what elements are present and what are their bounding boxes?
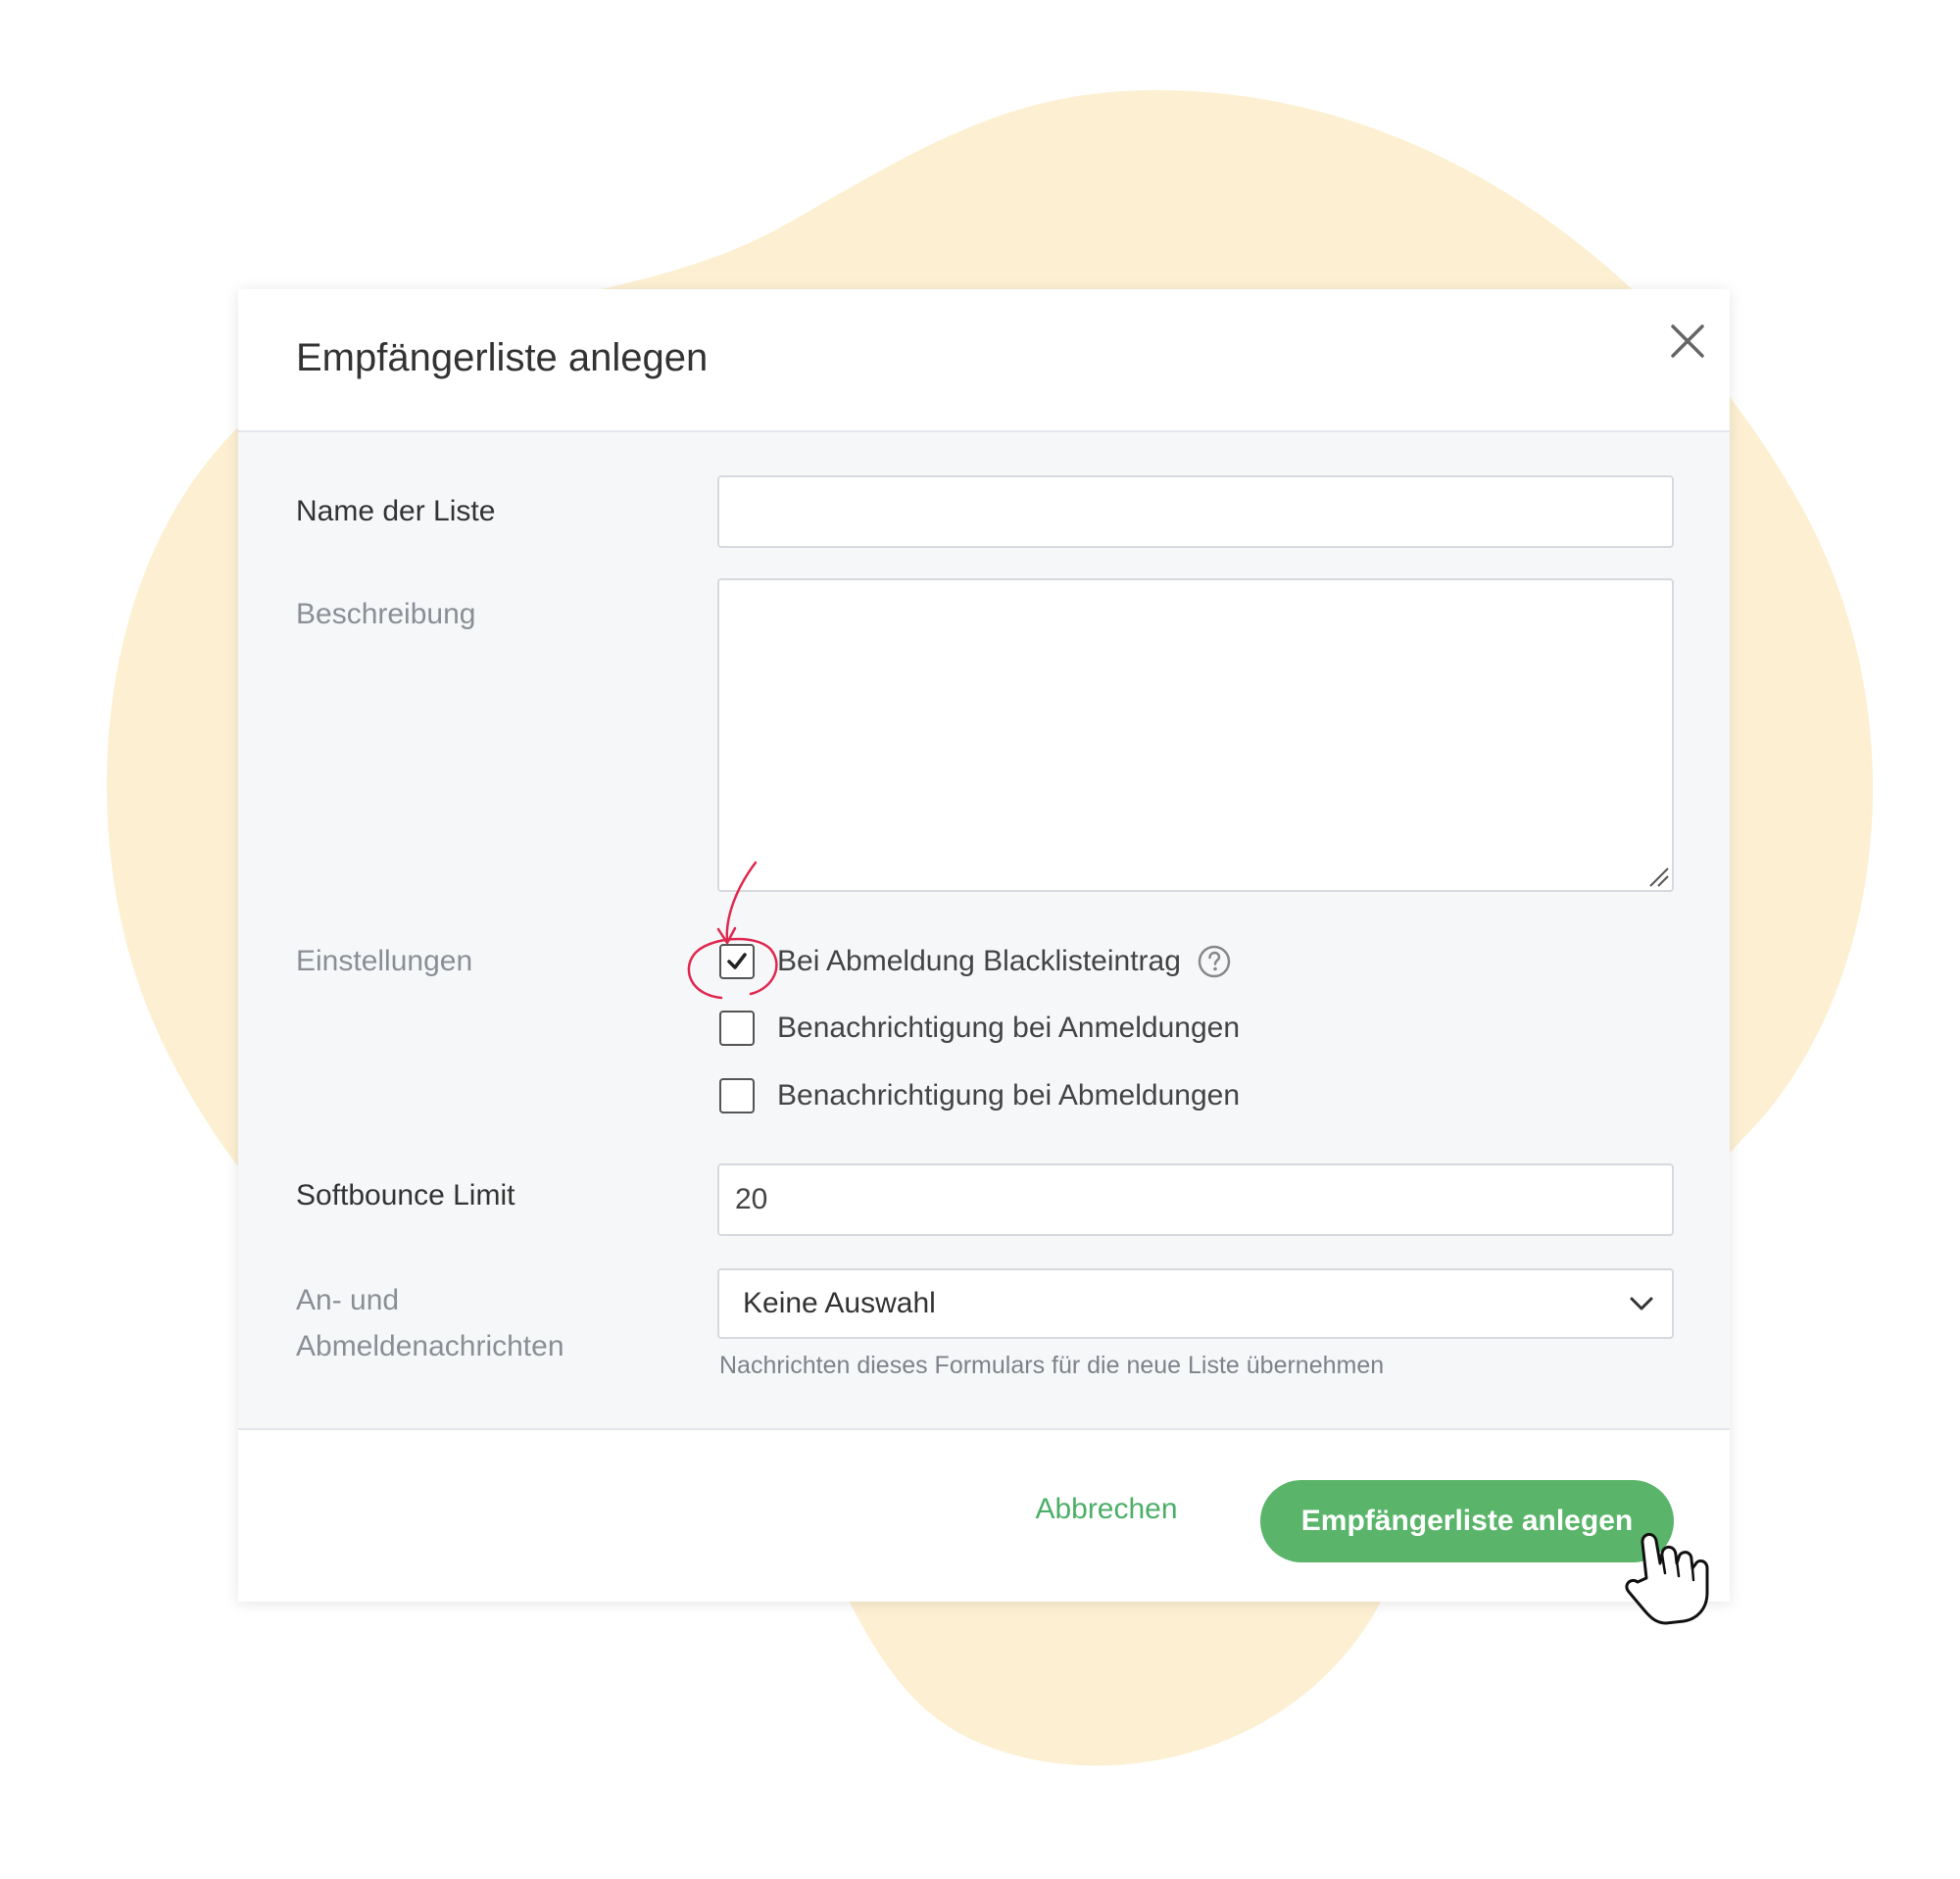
checkbox-row-blacklist[interactable]: Bei Abmeldung Blacklisteintrag: [719, 942, 1232, 981]
description-label: Beschreibung: [296, 598, 476, 630]
blacklist-checkbox-label: Bei Abmeldung Blacklisteintrag: [777, 945, 1181, 977]
checkbox-row-signup-notify[interactable]: Benachrichtigung bei Anmeldungen: [719, 1009, 1240, 1048]
messages-select[interactable]: Keine Auswahl: [717, 1268, 1674, 1339]
resize-handle-icon[interactable]: [1646, 865, 1670, 888]
dialog-header: Empfängerliste anlegen: [238, 289, 1730, 432]
softbounce-label: Softbounce Limit: [296, 1179, 515, 1211]
create-list-dialog: Empfängerliste anlegen Name der Liste Be…: [238, 289, 1730, 1602]
close-icon: [1671, 324, 1704, 358]
messages-select-value: Keine Auswahl: [743, 1287, 936, 1319]
name-label: Name der Liste: [296, 495, 496, 527]
unsubscribe-notify-checkbox[interactable]: [719, 1078, 755, 1113]
chevron-down-icon: [1630, 1297, 1653, 1310]
blacklist-checkbox[interactable]: [719, 944, 755, 979]
settings-label: Einstellungen: [296, 945, 473, 977]
messages-label-line1: An- und: [296, 1284, 400, 1316]
cancel-button[interactable]: Abbrechen: [1018, 1484, 1195, 1535]
signup-notify-checkbox[interactable]: [719, 1011, 755, 1046]
signup-notify-label: Benachrichtigung bei Anmeldungen: [777, 1012, 1241, 1044]
unsubscribe-notify-label: Benachrichtigung bei Abmeldungen: [777, 1079, 1241, 1112]
create-list-button[interactable]: Empfängerliste anlegen: [1260, 1480, 1674, 1562]
softbounce-limit-input[interactable]: [717, 1163, 1674, 1236]
messages-hint: Nachrichten dieses Formulars für die neu…: [719, 1352, 1385, 1379]
description-textarea[interactable]: [717, 578, 1674, 892]
list-name-input[interactable]: [717, 475, 1674, 548]
dialog-title: Empfängerliste anlegen: [296, 336, 709, 379]
close-button[interactable]: [1663, 317, 1712, 366]
checkmark-icon: [727, 953, 747, 969]
question-circle-icon[interactable]: [1197, 944, 1232, 979]
checkbox-row-unsubscribe-notify[interactable]: Benachrichtigung bei Abmeldungen: [719, 1076, 1240, 1115]
messages-label-line2: Abmeldenachrichten: [296, 1330, 564, 1362]
